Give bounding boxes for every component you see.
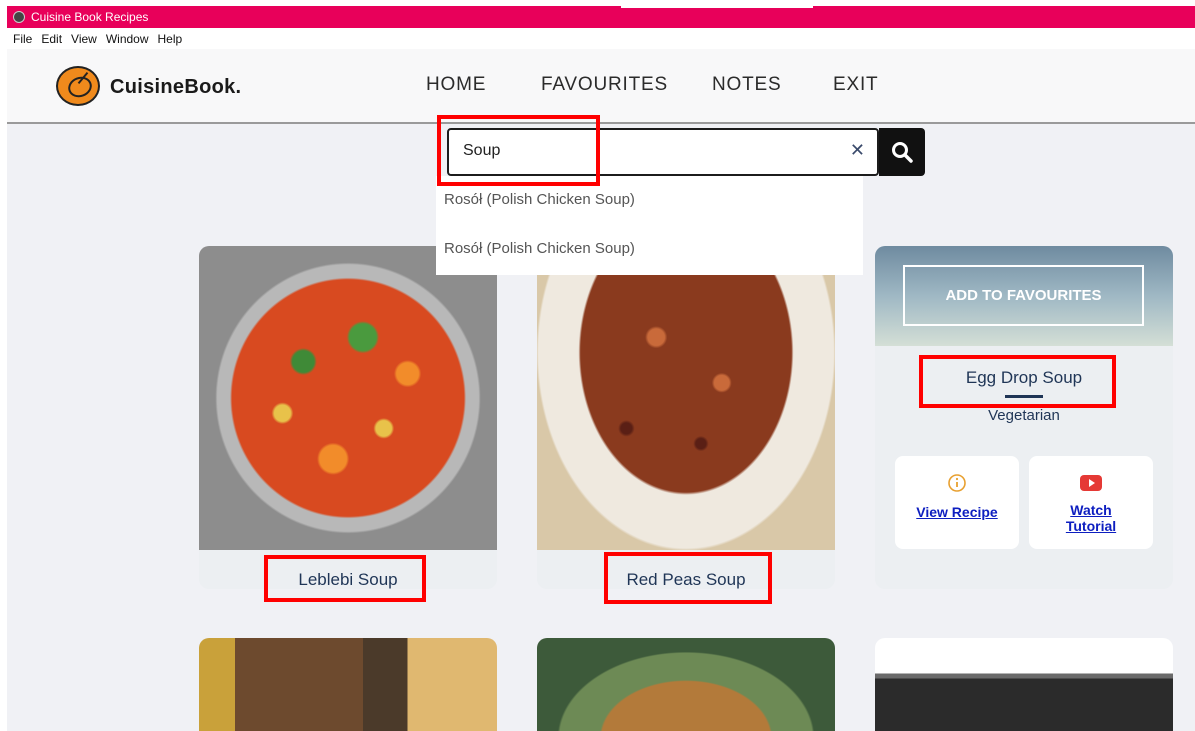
suggestion-item[interactable]: Rosół (Polish Chicken Soup)	[444, 191, 635, 208]
window-title: Cuisine Book Recipes	[31, 10, 149, 24]
nav-notes[interactable]: NOTES	[712, 74, 781, 96]
brand-logo: CuisineBook.	[110, 76, 242, 98]
highlight-box	[604, 552, 772, 604]
highlight-box	[919, 355, 1116, 408]
recipe-card-egg-drop[interactable]: ADD TO FAVOURITES Egg Drop Soup Vegetari…	[875, 246, 1173, 589]
menu-view[interactable]: View	[71, 32, 97, 46]
menu-edit[interactable]: Edit	[41, 32, 62, 46]
menu-window[interactable]: Window	[106, 32, 149, 46]
info-icon	[948, 474, 966, 492]
recipe-image	[199, 246, 497, 550]
highlight-box	[437, 115, 600, 186]
titlebar-notch	[621, 6, 813, 8]
recipe-card-image[interactable]	[875, 638, 1173, 731]
watch-tutorial-label[interactable]: Watch Tutorial	[1061, 502, 1121, 534]
recipe-image: ADD TO FAVOURITES	[875, 246, 1173, 346]
nav-favourites[interactable]: FAVOURITES	[541, 74, 668, 96]
view-recipe-button[interactable]: View Recipe	[895, 456, 1019, 549]
cooking-pot-icon	[56, 66, 100, 106]
app-icon	[13, 11, 25, 23]
recipe-card-image[interactable]	[199, 638, 497, 731]
add-to-favourites-button[interactable]: ADD TO FAVOURITES	[903, 265, 1144, 326]
search-icon	[892, 142, 913, 163]
youtube-icon	[1080, 475, 1102, 491]
recipe-image	[537, 246, 835, 550]
nav-home[interactable]: HOME	[426, 74, 486, 96]
watch-tutorial-button[interactable]: Watch Tutorial	[1029, 456, 1153, 549]
close-icon[interactable]: ✕	[850, 140, 865, 161]
app-content: CuisineBook. HOME FAVOURITES NOTES EXIT …	[7, 49, 1195, 731]
recipe-category: Vegetarian	[988, 407, 1060, 424]
menu-bar: File Edit View Window Help	[7, 29, 1195, 49]
menu-help[interactable]: Help	[158, 32, 183, 46]
search-suggestions: Rosół (Polish Chicken Soup) Rosół (Polis…	[436, 176, 863, 275]
suggestion-item[interactable]: Rosół (Polish Chicken Soup)	[444, 240, 635, 257]
view-recipe-label[interactable]: View Recipe	[895, 504, 1019, 520]
nav-exit[interactable]: EXIT	[833, 74, 878, 96]
search-button[interactable]	[879, 128, 925, 176]
recipe-card-image[interactable]	[537, 638, 835, 731]
recipe-card-red-peas[interactable]: Red Peas Soup	[537, 246, 835, 589]
menu-file[interactable]: File	[13, 32, 32, 46]
highlight-box	[264, 555, 426, 602]
recipe-card-leblebi[interactable]: Leblebi Soup	[199, 246, 497, 589]
window-titlebar: Cuisine Book Recipes	[7, 6, 1195, 28]
navbar: CuisineBook. HOME FAVOURITES NOTES EXIT	[7, 49, 1195, 124]
